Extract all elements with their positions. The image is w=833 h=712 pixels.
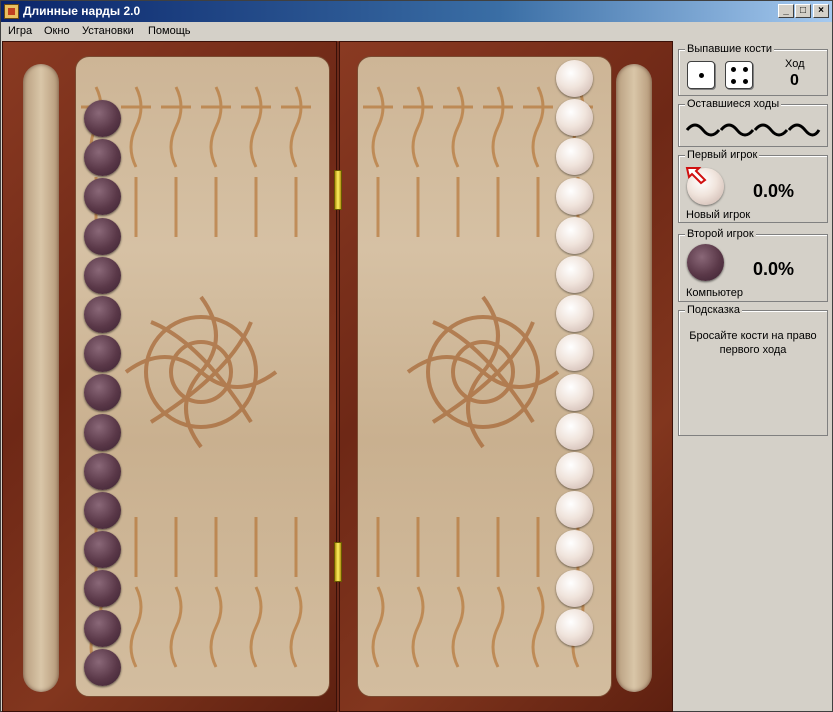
light-checker[interactable]: [556, 216, 593, 254]
app-window: Длинные нарды 2.0 _ □ × Игра Окно Устано…: [0, 0, 833, 712]
hint-legend: Подсказка: [685, 304, 742, 317]
dark-checker[interactable]: [84, 609, 121, 647]
backgammon-app-icon: [4, 4, 19, 19]
die-pip: [743, 79, 748, 84]
light-checker[interactable]: [556, 99, 593, 137]
close-button[interactable]: ×: [813, 4, 829, 18]
dark-checker[interactable]: [84, 492, 121, 529]
hint-text: Бросайте кости на право первого хода: [689, 330, 817, 356]
menu-window[interactable]: Окно: [42, 24, 72, 40]
menu-bar: Игра Окно Установки Помощь: [1, 22, 832, 41]
top-hinge: [334, 170, 342, 210]
window-title: Длинные нарды 2.0: [23, 4, 141, 18]
dice-panel: Выпавшие кости Ход 0: [678, 43, 828, 96]
move-value: 0: [790, 72, 799, 89]
player2-legend: Второй игрок: [685, 228, 756, 241]
hint-panel: Подсказка Бросайте кости на право первог…: [678, 304, 828, 436]
board-right-half: [339, 41, 673, 712]
light-checker[interactable]: [556, 412, 593, 450]
maximize-button[interactable]: □: [795, 4, 811, 18]
light-checker[interactable]: [556, 569, 593, 607]
light-checker[interactable]: [556, 60, 593, 97]
title-bar[interactable]: Длинные нарды 2.0 _ □ ×: [1, 1, 832, 22]
knot-ornament-left: [124, 295, 278, 449]
die-pip: [731, 67, 736, 72]
die-one[interactable]: [687, 61, 715, 89]
player2-checker-icon: [687, 244, 724, 281]
minimize-button[interactable]: _: [778, 4, 794, 18]
remaining-moves-panel: Оставшиеся ходы: [678, 98, 828, 147]
dark-checker[interactable]: [84, 217, 121, 255]
menu-help[interactable]: Помощь: [146, 24, 193, 40]
light-checker[interactable]: [556, 452, 593, 489]
bottom-hinge: [334, 542, 342, 582]
player1-legend: Первый игрок: [685, 149, 760, 162]
die-pip: [731, 79, 736, 84]
dark-checker[interactable]: [84, 139, 121, 177]
dark-checker[interactable]: [84, 413, 121, 451]
light-checker[interactable]: [556, 373, 593, 411]
dark-checker[interactable]: [84, 296, 121, 333]
dark-checker[interactable]: [84, 335, 121, 373]
player1-name: Новый игрок: [686, 209, 751, 221]
die-pip: [743, 67, 748, 72]
move-label: Ход: [785, 58, 805, 70]
menu-settings[interactable]: Установки: [80, 24, 136, 40]
player1-percent: 0.0%: [753, 181, 795, 201]
board-left-half: [2, 41, 337, 712]
remaining-moves-ornament-icon: [685, 123, 821, 137]
light-checker[interactable]: [556, 177, 593, 215]
backgammon-board[interactable]: [2, 41, 673, 712]
dark-checker[interactable]: [84, 100, 121, 137]
dark-checker[interactable]: [84, 452, 121, 490]
player1-panel: Первый игрок 0.0% Новый игрок: [678, 149, 828, 223]
dark-checker[interactable]: [84, 256, 121, 294]
right-bear-off-rail[interactable]: [616, 64, 652, 692]
die-four[interactable]: [725, 61, 753, 89]
dark-checker[interactable]: [84, 531, 121, 569]
die-pip: [699, 73, 704, 78]
dark-checker[interactable]: [84, 648, 121, 686]
player2-name: Компьютер: [686, 287, 743, 299]
light-checker[interactable]: [556, 608, 593, 646]
light-checker[interactable]: [556, 295, 593, 333]
dice-panel-legend: Выпавшие кости: [685, 43, 775, 56]
menu-game[interactable]: Игра: [6, 24, 34, 40]
red-arrow-icon: [685, 167, 707, 185]
player2-panel: Второй игрок 0.0% Компьютер: [678, 228, 828, 302]
light-checker[interactable]: [556, 491, 593, 529]
light-checker[interactable]: [556, 256, 593, 293]
remaining-moves-legend: Оставшиеся ходы: [685, 98, 782, 111]
player2-percent: 0.0%: [753, 259, 795, 279]
left-bear-off-rail[interactable]: [23, 64, 59, 692]
knot-ornament-right: [406, 295, 560, 449]
